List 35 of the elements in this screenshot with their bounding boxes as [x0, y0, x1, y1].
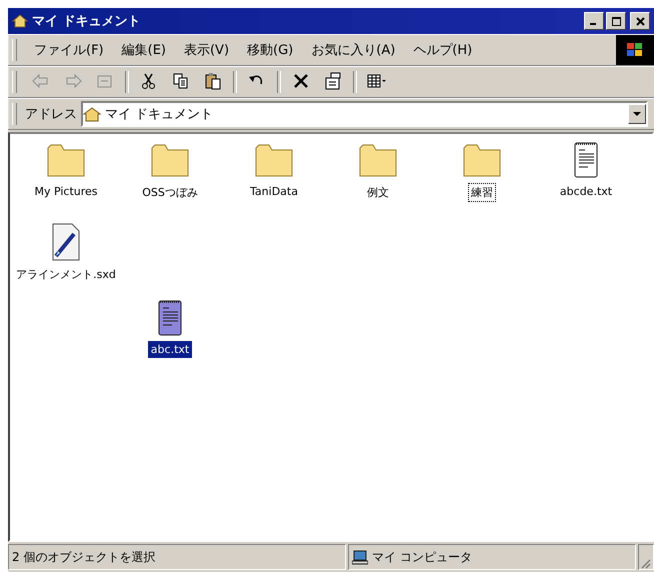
file-name[interactable]: TaniData	[247, 183, 301, 200]
file-name[interactable]: OSSつぼみ	[139, 183, 201, 202]
file-name[interactable]: 練習	[468, 183, 496, 202]
file-name[interactable]: アラインメント.sxd	[13, 265, 119, 284]
status-message: 2 個のオブジェクトを選択	[8, 544, 346, 570]
address-label: アドレス	[25, 106, 77, 123]
minimize-button[interactable]	[584, 12, 604, 30]
size-grip-icon[interactable]	[639, 557, 651, 569]
close-button[interactable]	[630, 12, 650, 30]
file-name[interactable]: abc.txt	[148, 341, 192, 358]
menu-item[interactable]: ファイル(F)	[25, 41, 113, 59]
file-name[interactable]: My Pictures	[31, 183, 101, 200]
zone-name: マイ コンピュータ	[372, 548, 472, 566]
computer-icon	[352, 550, 368, 564]
house-icon	[12, 13, 28, 29]
caret-icon	[633, 112, 641, 116]
file-name[interactable]: abcde.txt	[556, 183, 616, 200]
menu-item[interactable]: お気に入り(A)	[302, 41, 404, 59]
file-name[interactable]: 例文	[364, 183, 392, 202]
window-title: マイ ドキュメント	[32, 13, 142, 30]
menu-item[interactable]: 編集(E)	[112, 41, 175, 59]
delete-icon	[291, 72, 311, 90]
grid-view-icon	[367, 72, 387, 90]
house-icon	[83, 106, 101, 122]
windows-logo	[616, 35, 654, 65]
dropdown-button[interactable]	[628, 104, 646, 124]
properties-icon	[323, 72, 343, 90]
close-icon	[636, 16, 644, 26]
menu-item[interactable]: 表示(V)	[174, 41, 238, 59]
maximize-icon	[612, 16, 620, 26]
address-field[interactable]: マイ ドキュメント	[81, 101, 648, 127]
maximize-button[interactable]	[606, 12, 626, 30]
menu-item[interactable]: ヘルプ(H)	[404, 41, 482, 59]
clipboard-icon	[203, 72, 223, 90]
menu-item[interactable]: 移動(G)	[238, 41, 302, 59]
